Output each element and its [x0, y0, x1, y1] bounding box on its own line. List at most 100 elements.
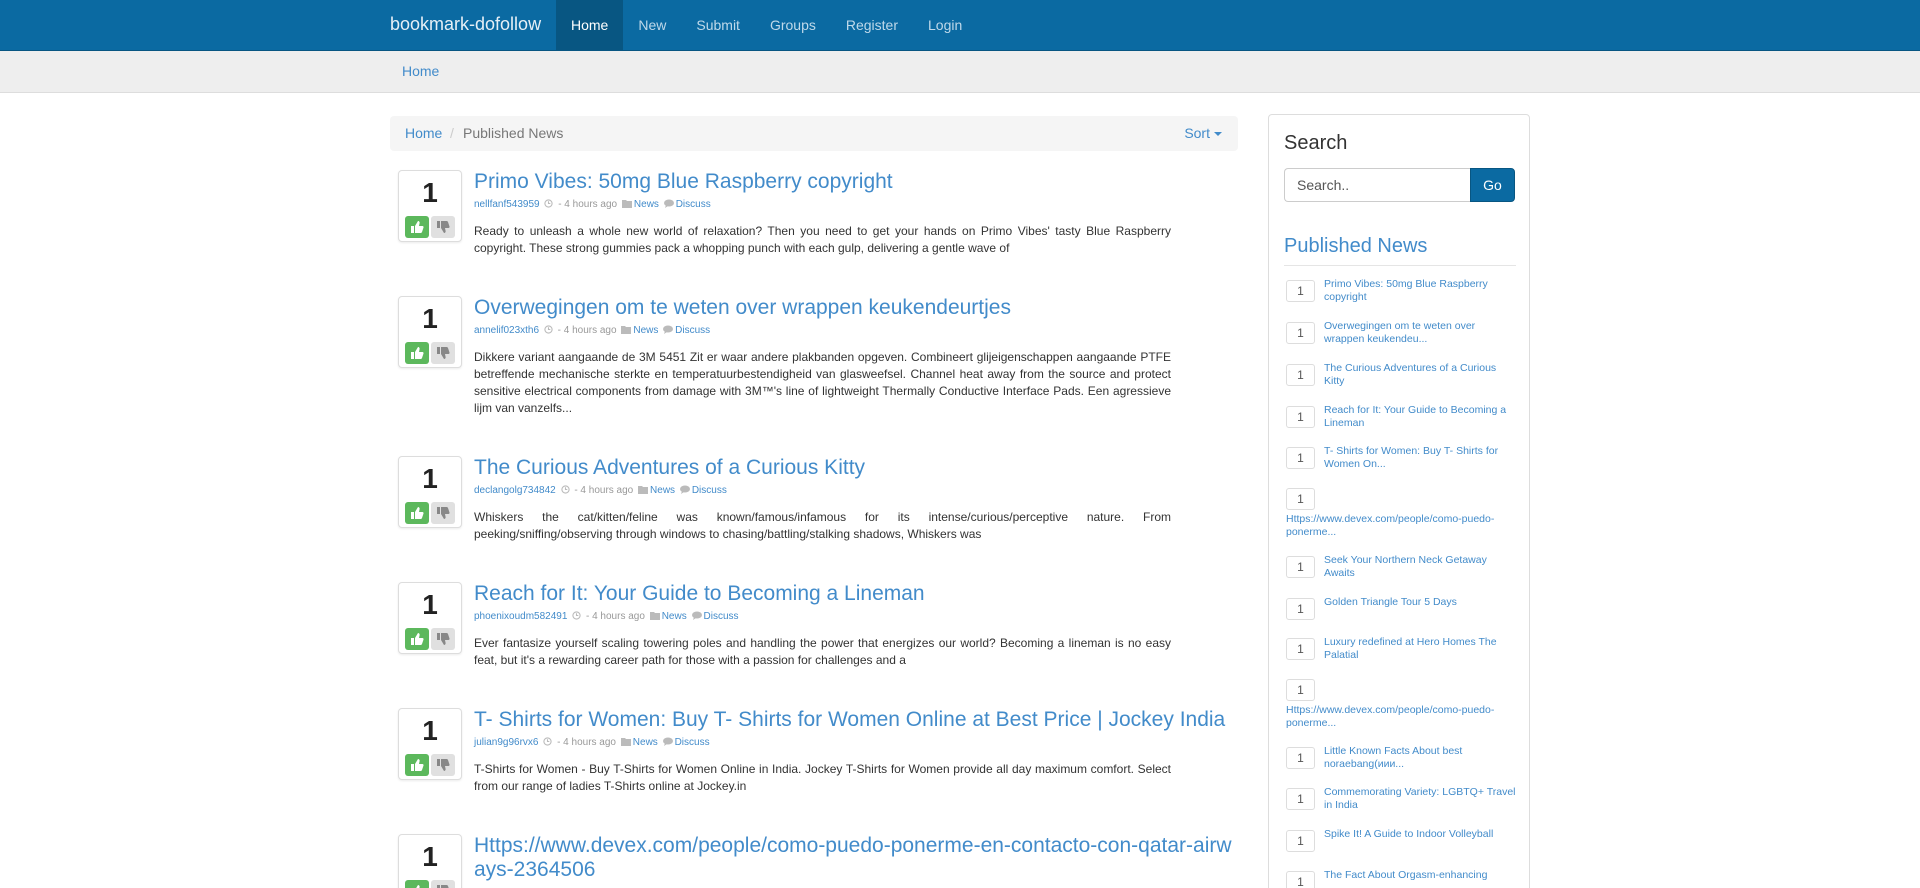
- post-meta: annelif023xth6 - 4 hours ago News Discus…: [474, 325, 1174, 337]
- comment-icon: [679, 485, 690, 494]
- post-description: Ready to unleash a whole new world of re…: [474, 224, 1171, 255]
- list-item-link[interactable]: Little Known Facts About best noraebang(…: [1324, 745, 1516, 771]
- nav-item-groups[interactable]: Groups: [755, 0, 831, 50]
- list-item-link[interactable]: Primo Vibes: 50mg Blue Raspberry copyrig…: [1324, 278, 1516, 304]
- count-badge: 1: [1286, 322, 1315, 344]
- subheader-home-link[interactable]: Home: [402, 63, 439, 79]
- thumbs-down-icon[interactable]: [431, 342, 455, 364]
- list-item-link[interactable]: Commemorating Variety: LGBTQ+ Travel in …: [1324, 786, 1516, 812]
- post-author-link[interactable]: declangolg734842: [474, 485, 556, 496]
- nav-item-home[interactable]: Home: [556, 0, 624, 50]
- comment-icon: [663, 325, 674, 334]
- post-title-link[interactable]: Primo Vibes: 50mg Blue Raspberry copyrig…: [474, 170, 1174, 194]
- post-meta: phoenixoudm582491 - 4 hours ago News Dis…: [474, 611, 1174, 623]
- post-time: - 4 hours ago: [557, 325, 617, 336]
- count-badge: 1: [1286, 406, 1315, 428]
- post-title-link[interactable]: Overwegingen om te weten over wrappen ke…: [474, 296, 1174, 320]
- main-nav: Home New Submit Groups Register Login: [556, 0, 977, 50]
- vote-box: 1: [398, 170, 462, 242]
- list-item-link[interactable]: Overwegingen om te weten over wrappen ke…: [1324, 320, 1516, 346]
- post-discuss-link[interactable]: Discuss: [704, 611, 739, 622]
- list-item-link[interactable]: Golden Triangle Tour 5 Days: [1324, 596, 1516, 609]
- clock-icon: [544, 325, 553, 334]
- vote-box: 1: [398, 708, 462, 780]
- post-meta: julian9g96rvx6 - 4 hours ago News Discus…: [474, 737, 1234, 749]
- clock-icon: [543, 737, 552, 746]
- count-badge: 1: [1286, 488, 1315, 510]
- post-author-link[interactable]: julian9g96rvx6: [474, 737, 539, 748]
- count-badge: 1: [1286, 679, 1315, 701]
- list-item-link[interactable]: Spike It! A Guide to Indoor Volleyball: [1324, 828, 1516, 841]
- post-author-link[interactable]: nellfanf543959: [474, 199, 540, 210]
- nav-item-register[interactable]: Register: [831, 0, 913, 50]
- thumbs-up-icon[interactable]: [405, 880, 429, 888]
- list-item-link[interactable]: T- Shirts for Women: Buy T- Shirts for W…: [1324, 445, 1516, 471]
- list-item-link[interactable]: Https://www.devex.com/people/como-puedo-…: [1286, 513, 1516, 539]
- post-discuss-link[interactable]: Discuss: [676, 199, 711, 210]
- comment-icon: [662, 737, 673, 746]
- post-category-link[interactable]: News: [634, 199, 659, 210]
- post-title-link[interactable]: The Curious Adventures of a Curious Kitt…: [474, 456, 1174, 480]
- thumbs-down-icon[interactable]: [431, 880, 455, 888]
- vote-count: 1: [422, 715, 438, 746]
- count-badge: 1: [1286, 447, 1315, 469]
- post-title-link[interactable]: T- Shirts for Women: Buy T- Shirts for W…: [474, 708, 1234, 732]
- thumbs-down-icon[interactable]: [431, 216, 455, 238]
- breadcrumb-current: Published News: [463, 125, 564, 141]
- post-category-link[interactable]: News: [662, 611, 687, 622]
- divider: [1284, 265, 1516, 266]
- folder-icon: [621, 200, 632, 208]
- thumbs-down-icon[interactable]: [431, 754, 455, 776]
- comment-icon: [691, 611, 702, 620]
- sort-dropdown[interactable]: Sort: [1184, 125, 1222, 141]
- thumbs-up-icon[interactable]: [405, 628, 429, 650]
- vote-box: 1: [398, 456, 462, 528]
- post-description: T-Shirts for Women - Buy T-Shirts for Wo…: [474, 762, 1171, 793]
- post-description: Whiskers the cat/kitten/feline was known…: [474, 510, 1171, 541]
- count-badge: 1: [1286, 598, 1315, 620]
- list-item-link[interactable]: The Curious Adventures of a Curious Kitt…: [1324, 362, 1516, 388]
- clock-icon: [572, 611, 581, 620]
- vote-count: 1: [422, 177, 438, 208]
- nav-item-new[interactable]: New: [623, 0, 681, 50]
- post-title-link[interactable]: Https://www.devex.com/people/como-puedo-…: [474, 834, 1234, 882]
- post-body: Reach for It: Your Guide to Becoming a L…: [474, 582, 1174, 669]
- post-body: T- Shirts for Women: Buy T- Shirts for W…: [474, 708, 1234, 795]
- list-item-link[interactable]: Seek Your Northern Neck Getaway Awaits: [1324, 554, 1516, 580]
- post-category-link[interactable]: News: [650, 485, 675, 496]
- post-category-link[interactable]: News: [633, 325, 658, 336]
- breadcrumb-home-link[interactable]: Home: [405, 125, 442, 141]
- list-item-link[interactable]: Reach for It: Your Guide to Becoming a L…: [1324, 404, 1516, 430]
- site-brand[interactable]: bookmark-dofollow: [390, 14, 541, 35]
- thumbs-up-icon[interactable]: [405, 216, 429, 238]
- search-go-button[interactable]: Go: [1470, 168, 1515, 202]
- post-body: The Curious Adventures of a Curious Kitt…: [474, 456, 1174, 543]
- thumbs-down-icon[interactable]: [431, 502, 455, 524]
- clock-icon: [560, 485, 570, 494]
- list-item-link[interactable]: The Fact About Orgasm-enhancing: [1324, 869, 1516, 882]
- post-category-link[interactable]: News: [633, 737, 658, 748]
- post-title-link[interactable]: Reach for It: Your Guide to Becoming a L…: [474, 582, 1174, 606]
- list-item-link[interactable]: Https://www.devex.com/people/como-puedo-…: [1286, 704, 1516, 730]
- nav-item-login[interactable]: Login: [913, 0, 977, 50]
- nav-item-submit[interactable]: Submit: [681, 0, 755, 50]
- thumbs-down-icon[interactable]: [431, 628, 455, 650]
- published-news-heading[interactable]: Published News: [1284, 235, 1427, 258]
- folder-icon: [649, 612, 660, 620]
- post-time: - 4 hours ago: [557, 737, 616, 748]
- vote-count: 1: [422, 303, 438, 334]
- post-discuss-link[interactable]: Discuss: [675, 325, 710, 336]
- post-discuss-link[interactable]: Discuss: [692, 485, 727, 496]
- post-discuss-link[interactable]: Discuss: [675, 737, 710, 748]
- post-description: Ever fantasize yourself scaling towering…: [474, 636, 1171, 667]
- count-badge: 1: [1286, 830, 1315, 852]
- list-item-link[interactable]: Luxury redefined at Hero Homes The Palat…: [1324, 636, 1516, 662]
- count-badge: 1: [1286, 556, 1315, 578]
- thumbs-up-icon[interactable]: [405, 502, 429, 524]
- thumbs-up-icon[interactable]: [405, 754, 429, 776]
- thumbs-up-icon[interactable]: [405, 342, 429, 364]
- folder-icon: [620, 738, 631, 746]
- search-input[interactable]: [1284, 168, 1470, 202]
- post-author-link[interactable]: annelif023xth6: [474, 325, 539, 336]
- post-author-link[interactable]: phoenixoudm582491: [474, 611, 567, 622]
